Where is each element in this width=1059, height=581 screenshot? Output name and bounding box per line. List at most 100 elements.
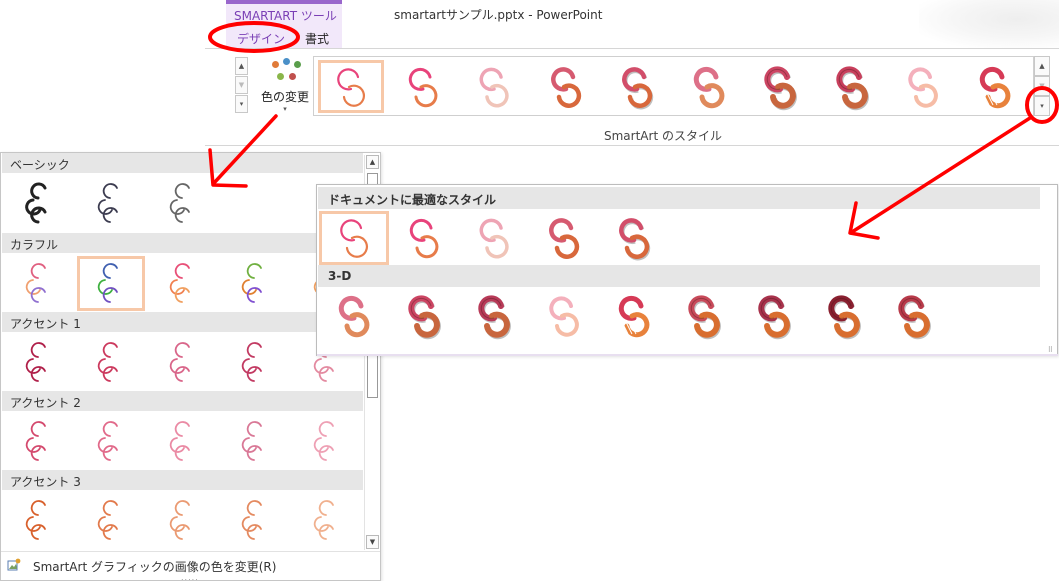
color-section-header: アクセント 3: [2, 470, 363, 490]
style-preview-icon: [618, 295, 650, 338]
style-preview-icon: [828, 295, 861, 340]
style-preview-icon: [340, 219, 369, 258]
style-gallery-item[interactable]: [533, 60, 599, 113]
style-gallery-down-button[interactable]: ▼: [1034, 76, 1050, 96]
style-gallery-item[interactable]: [390, 60, 456, 113]
style-gallery-item[interactable]: [461, 60, 527, 113]
style-preview-icon: [835, 65, 869, 110]
color-option[interactable]: [77, 176, 145, 231]
color-option[interactable]: [5, 176, 73, 231]
color-menu-scroll-down[interactable]: ▼: [366, 535, 379, 549]
layout-gallery-down-button[interactable]: ▼: [235, 76, 248, 94]
color-preview-icon: [25, 420, 46, 461]
color-menu-scroll-up[interactable]: ▲: [366, 155, 379, 169]
color-preview-icon: [97, 262, 118, 303]
style-option[interactable]: [809, 289, 879, 343]
recolor-pictures-label: SmartArt グラフィックの画像の色を変更(R): [33, 560, 277, 574]
style-gallery-item[interactable]: [318, 60, 384, 113]
contextual-tab-accent: [226, 0, 342, 4]
color-option[interactable]: [149, 335, 217, 390]
style-option[interactable]: [459, 289, 529, 343]
color-preview-icon: [25, 262, 46, 303]
style-section-header: ドキュメントに最適なスタイル: [318, 187, 1040, 209]
color-option[interactable]: [77, 335, 145, 390]
style-option[interactable]: [459, 211, 529, 265]
style-gallery-item[interactable]: [676, 60, 742, 113]
tab-format[interactable]: 書式: [305, 30, 329, 47]
color-option[interactable]: [5, 414, 73, 469]
style-preview-icon: [764, 65, 797, 110]
style-option[interactable]: [529, 289, 599, 343]
style-preview-icon: [549, 218, 580, 259]
style-option[interactable]: [319, 211, 389, 265]
color-preview-icon: [241, 499, 262, 540]
layout-gallery-more-button[interactable]: ▾: [235, 95, 248, 113]
style-gallery-item[interactable]: [747, 60, 813, 113]
color-option[interactable]: [293, 414, 361, 469]
resize-grip[interactable]: ⠿: [1048, 346, 1053, 354]
style-preview-icon: [898, 295, 931, 340]
palette-dot: [294, 61, 301, 68]
color-preview-icon: [169, 420, 190, 461]
color-section-label: カラフル: [10, 238, 59, 252]
recolor-pictures-item[interactable]: SmartArt グラフィックの画像の色を変更(R) .....: [1, 551, 380, 580]
style-option[interactable]: [599, 289, 669, 343]
color-preview-icon: [169, 262, 190, 303]
color-preview-icon: [169, 341, 190, 382]
color-preview-icon: [241, 341, 262, 382]
color-option[interactable]: [5, 256, 73, 311]
change-colors-button[interactable]: 色の変更 ▾: [258, 56, 312, 118]
style-preview-icon: [408, 295, 441, 340]
color-option[interactable]: [149, 493, 217, 548]
style-option[interactable]: [669, 289, 739, 343]
style-preview-icon: [908, 66, 938, 108]
color-section-label: アクセント 1: [10, 317, 81, 331]
color-option[interactable]: [77, 414, 145, 469]
palette-dot: [272, 61, 279, 68]
color-section-header: アクセント 1: [2, 312, 363, 332]
style-option[interactable]: [599, 211, 669, 265]
style-preview-icon: [758, 295, 791, 340]
color-section-header: ベーシック: [2, 153, 363, 173]
style-option[interactable]: [389, 289, 459, 343]
style-option[interactable]: [529, 211, 599, 265]
color-option[interactable]: [149, 176, 217, 231]
style-gallery-item[interactable]: [890, 60, 956, 113]
document-title: smartartサンプル.pptx - PowerPoint: [394, 8, 603, 22]
style-option[interactable]: [389, 211, 459, 265]
style-preview-icon: [409, 218, 439, 259]
style-gallery-up-button[interactable]: ▲: [1034, 56, 1050, 76]
color-option[interactable]: [149, 414, 217, 469]
style-gallery-item[interactable]: [604, 60, 670, 113]
color-option[interactable]: [5, 493, 73, 548]
palette-dot: [277, 73, 284, 80]
style-gallery-item[interactable]: [819, 60, 885, 113]
color-option[interactable]: [221, 414, 289, 469]
color-option[interactable]: [221, 335, 289, 390]
style-option[interactable]: [739, 289, 809, 343]
style-gallery-item[interactable]: [962, 60, 1028, 113]
resize-grip[interactable]: .....: [181, 573, 199, 580]
recolor-picture-icon: [7, 558, 21, 571]
color-preview-icon: [97, 182, 118, 223]
style-option[interactable]: [879, 289, 949, 343]
color-option[interactable]: [221, 493, 289, 548]
color-option[interactable]: [5, 335, 73, 390]
tab-design[interactable]: デザイン: [237, 30, 285, 47]
style-preview-icon: [622, 66, 654, 109]
style-preview-icon: [979, 66, 1010, 108]
color-option[interactable]: [149, 256, 217, 311]
color-option[interactable]: [77, 493, 145, 548]
layout-gallery-scroller: ▲ ▼ ▾: [205, 55, 250, 113]
color-option[interactable]: [77, 256, 145, 311]
color-preview-icon: [313, 499, 334, 540]
layout-gallery-up-button[interactable]: ▲: [235, 57, 248, 75]
color-option[interactable]: [293, 493, 361, 548]
smartart-style-gallery: [313, 56, 1034, 116]
color-option[interactable]: [221, 256, 289, 311]
style-preview-icon: [550, 66, 581, 108]
style-option[interactable]: [319, 289, 389, 343]
style-gallery-more-button[interactable]: ▾: [1034, 96, 1050, 116]
color-preview-icon: [313, 420, 334, 461]
palette-icon: [268, 58, 302, 88]
